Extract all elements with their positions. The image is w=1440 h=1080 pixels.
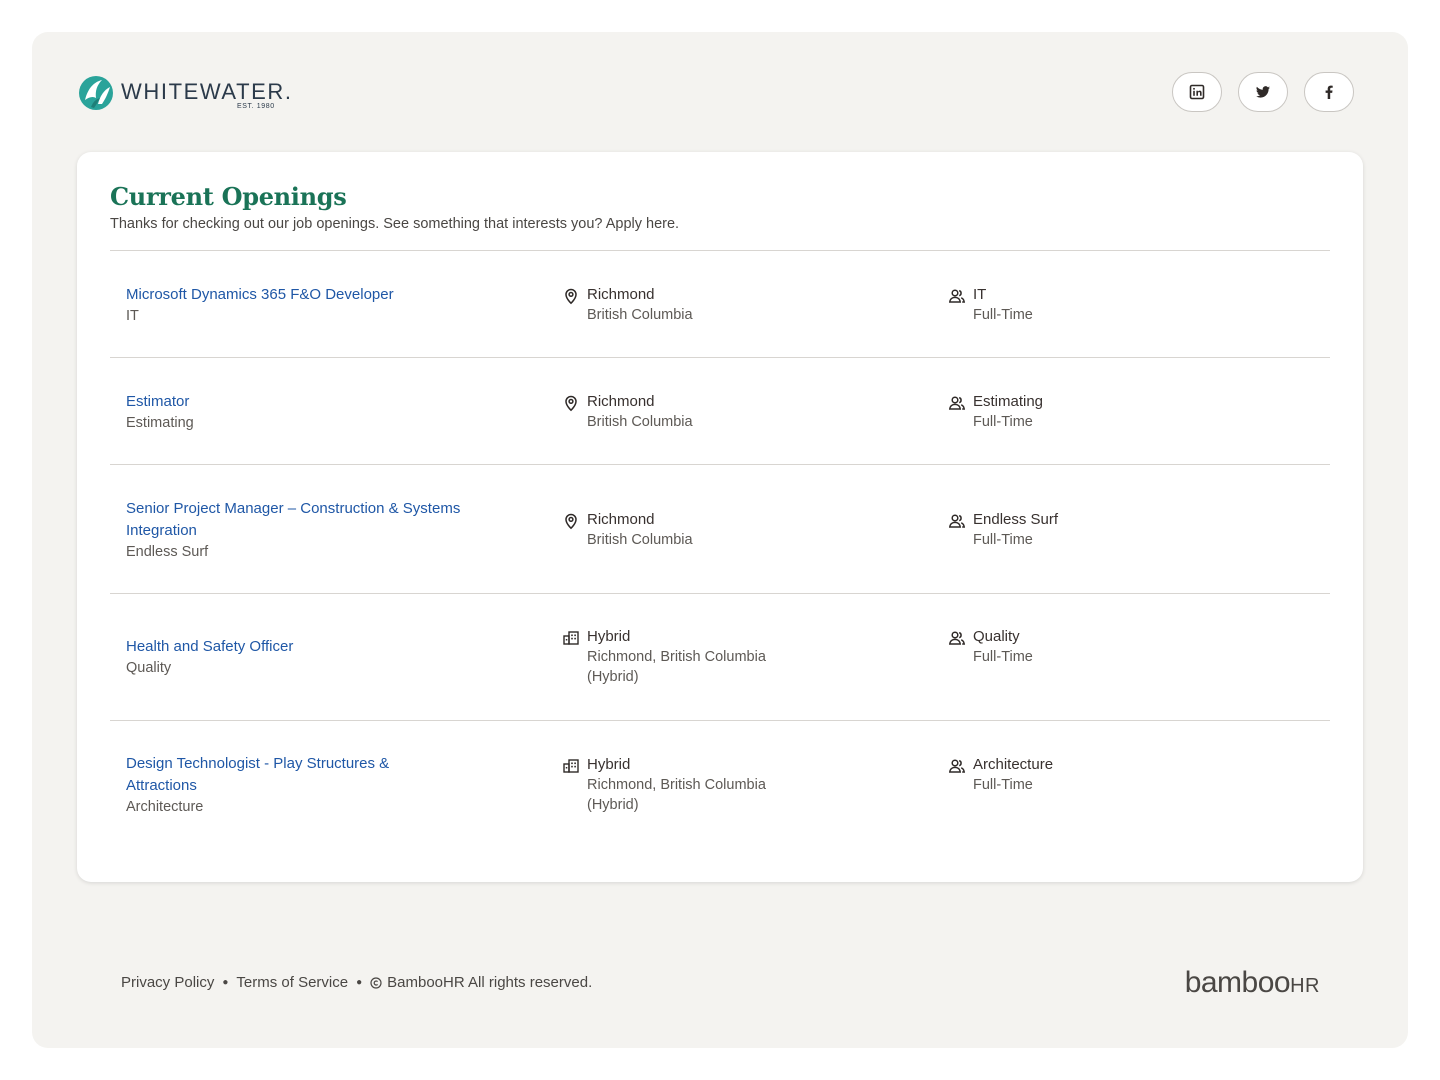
linkedin-icon (1189, 84, 1205, 100)
logo-wordmark: WHITEWATER. EST. 1980 (121, 73, 291, 113)
wave-logo-icon (79, 76, 113, 110)
people-icon (948, 759, 966, 773)
job-row: Estimator Estimating Richmond British Co… (110, 357, 1330, 464)
job-row: Senior Project Manager – Construction & … (110, 464, 1330, 593)
map-pin-icon (565, 513, 577, 530)
bamboohr-suffix: HR (1290, 975, 1320, 997)
job-title-link[interactable]: Design Technologist - Play Structures & … (126, 753, 426, 797)
map-pin-icon (565, 288, 577, 305)
job-title-cell: Health and Safety Officer Quality (126, 636, 506, 679)
job-type-cell: IT Full-Time (948, 284, 1248, 325)
employment-type: Full-Time (973, 777, 1033, 793)
job-category: Quality (973, 628, 1020, 645)
job-category: Endless Surf (973, 511, 1059, 528)
job-title-link[interactable]: Senior Project Manager – Construction & … (126, 498, 496, 542)
location-detail: British Columbia (587, 307, 693, 323)
location-type: Richmond (587, 393, 655, 410)
job-row: Design Technologist - Play Structures & … (110, 720, 1330, 880)
job-location-cell: Hybrid Richmond, British Columbia (Hybri… (562, 626, 782, 687)
openings-card: Current Openings Thanks for checking out… (77, 152, 1363, 882)
employment-type: Full-Time (973, 414, 1033, 430)
job-department: Quality (126, 660, 172, 676)
social-links (1172, 72, 1354, 112)
job-department: IT (126, 308, 139, 324)
location-type: Hybrid (587, 756, 631, 773)
company-logo[interactable]: WHITEWATER. EST. 1980 (78, 72, 291, 114)
location-detail: Richmond, British Columbia (Hybrid) (587, 777, 766, 813)
employment-type: Full-Time (973, 649, 1033, 665)
page-title: Current Openings (110, 182, 347, 211)
separator-dot: ● (222, 977, 229, 988)
job-type-cell: Quality Full-Time (948, 626, 1248, 667)
copyright-text: BambooHR All rights reserved. (387, 974, 593, 991)
location-type: Hybrid (587, 628, 631, 645)
people-icon (948, 396, 966, 410)
job-title-cell: Microsoft Dynamics 365 F&O Developer IT (126, 284, 506, 327)
job-department: Endless Surf (126, 544, 209, 560)
job-row: Microsoft Dynamics 365 F&O Developer IT … (110, 250, 1330, 357)
job-department: Estimating (126, 415, 194, 431)
bamboohr-wordmark: bamboo (1184, 966, 1291, 999)
facebook-icon (1325, 85, 1333, 99)
location-detail: British Columbia (587, 532, 693, 548)
job-type-cell: Estimating Full-Time (948, 391, 1248, 432)
job-department: Architecture (126, 799, 204, 815)
page-frame: WHITEWATER. EST. 1980 Current Openings T… (32, 32, 1408, 1048)
facebook-button[interactable] (1304, 72, 1354, 112)
privacy-policy-link[interactable]: Privacy Policy (121, 974, 214, 991)
job-location-cell: Hybrid Richmond, British Columbia (Hybri… (562, 754, 782, 815)
job-category: IT (973, 286, 987, 303)
bamboohr-logo[interactable]: bambooHR (1185, 966, 1320, 1000)
building-icon (563, 631, 579, 645)
job-type-cell: Architecture Full-Time (948, 754, 1248, 795)
job-location-cell: Richmond British Columbia (562, 509, 862, 550)
job-title-cell: Design Technologist - Play Structures & … (126, 753, 426, 818)
location-detail: British Columbia (587, 414, 693, 430)
logo-tagline: EST. 1980 (237, 103, 275, 110)
job-category: Architecture (973, 756, 1054, 773)
map-pin-icon (565, 395, 577, 412)
twitter-icon (1256, 86, 1270, 98)
footer-links: Privacy Policy ● Terms of Service ● Bamb… (121, 974, 592, 991)
employment-type: Full-Time (973, 307, 1033, 323)
terms-of-service-link[interactable]: Terms of Service (236, 974, 348, 991)
location-type: Richmond (587, 511, 655, 528)
twitter-button[interactable] (1238, 72, 1288, 112)
job-title-link[interactable]: Estimator (126, 391, 506, 413)
job-location-cell: Richmond British Columbia (562, 391, 862, 432)
job-location-cell: Richmond British Columbia (562, 284, 862, 325)
employment-type: Full-Time (973, 532, 1033, 548)
people-icon (948, 631, 966, 645)
job-title-link[interactable]: Health and Safety Officer (126, 636, 506, 658)
page-subtitle: Thanks for checking out our job openings… (110, 216, 680, 232)
job-category: Estimating (973, 393, 1044, 410)
location-type: Richmond (587, 286, 655, 303)
job-list: Microsoft Dynamics 365 F&O Developer IT … (110, 250, 1330, 880)
job-row: Health and Safety Officer Quality Hybrid (110, 593, 1330, 720)
logo-name: WHITEWATER. (121, 79, 293, 104)
separator-dot: ● (356, 977, 363, 988)
people-icon (948, 514, 966, 528)
job-title-cell: Estimator Estimating (126, 391, 506, 434)
people-icon (948, 289, 966, 303)
building-icon (563, 759, 579, 773)
job-title-cell: Senior Project Manager – Construction & … (126, 498, 496, 563)
linkedin-button[interactable] (1172, 72, 1222, 112)
job-type-cell: Endless Surf Full-Time (948, 509, 1248, 550)
job-title-link[interactable]: Microsoft Dynamics 365 F&O Developer (126, 284, 506, 306)
copyright-icon (370, 976, 382, 989)
location-detail: Richmond, British Columbia (Hybrid) (587, 649, 766, 685)
